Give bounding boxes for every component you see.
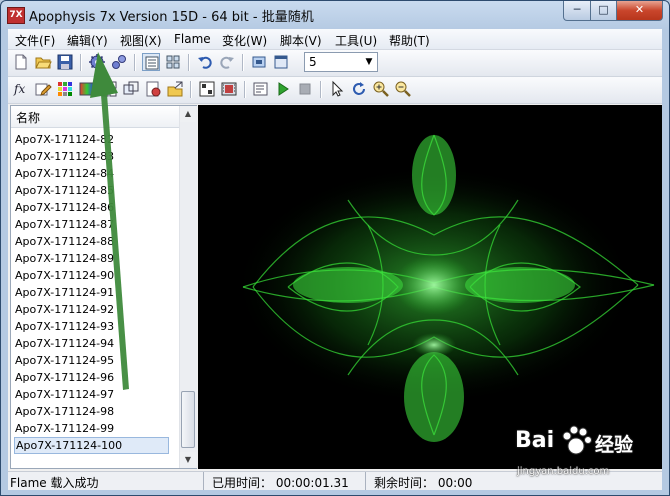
function-editor-icon[interactable]: fx xyxy=(12,80,30,98)
status-remaining-time: 剩余时间： 00:00 xyxy=(374,476,473,490)
menu-edit[interactable]: 编辑(Y) xyxy=(67,32,108,49)
render-icon[interactable] xyxy=(198,80,216,98)
list-item[interactable]: Apo7X-171124-85 xyxy=(15,182,114,199)
open-folder-icon[interactable] xyxy=(34,53,52,71)
scroll-up-arrow-icon[interactable]: ▲ xyxy=(180,106,196,122)
pointer-icon[interactable] xyxy=(328,80,346,98)
random-batch-gear-icon[interactable] xyxy=(88,53,106,71)
zoom-select[interactable]: 5 ▼ xyxy=(304,52,378,72)
flame-list: 名称 Apo7X-171124-82 Apo7X-171124-83 Apo7X-1… xyxy=(10,105,197,469)
watermark-brand-a: Bai xyxy=(515,428,555,453)
list-item[interactable]: Apo7X-171124-95 xyxy=(15,352,114,369)
random-single-icon[interactable] xyxy=(110,53,128,71)
run-script-icon[interactable] xyxy=(274,80,292,98)
list-scrollbar[interactable]: ▲ ▼ xyxy=(179,106,197,468)
list-item[interactable]: Apo7X-171124-93 xyxy=(15,318,114,335)
mutation-icon[interactable] xyxy=(100,80,118,98)
list-item[interactable]: Apo7X-171124-92 xyxy=(15,301,114,318)
preview-window-icon[interactable] xyxy=(272,53,290,71)
status-elapsed-time: 已用时间： 00:00:01.31 xyxy=(212,476,349,490)
options-icon[interactable] xyxy=(144,80,162,98)
save-icon[interactable] xyxy=(56,53,74,71)
script-editor-icon[interactable] xyxy=(252,80,270,98)
list-view-icon[interactable] xyxy=(142,53,160,71)
menu-script[interactable]: 脚本(V) xyxy=(280,32,322,49)
list-header-name[interactable]: 名称 xyxy=(11,106,179,128)
list-item-selected[interactable]: Apo7X-171124-100 xyxy=(14,437,169,454)
paw-icon xyxy=(562,425,592,455)
list-item[interactable]: Apo7X-171124-97 xyxy=(15,386,114,403)
undo-icon[interactable] xyxy=(196,53,214,71)
watermark-url: jingyan.baidu.com xyxy=(517,466,610,477)
fractal-render xyxy=(234,134,655,442)
list-item[interactable]: Apo7X-171124-82 xyxy=(15,131,114,148)
watermark-brand-b: 经验 xyxy=(595,434,634,456)
icon-view-icon[interactable] xyxy=(164,53,182,71)
window-title: Apophysis 7x Version 15D - 64 bit - 批量随机 xyxy=(29,10,314,25)
secondary-toolbar: fx xyxy=(8,77,662,104)
flame-preview[interactable] xyxy=(198,105,662,469)
scrollbar-thumb[interactable] xyxy=(181,391,195,448)
list-item[interactable]: Apo7X-171124-84 xyxy=(15,165,114,182)
gradient-icon[interactable] xyxy=(78,80,96,98)
rotate-icon[interactable] xyxy=(350,80,368,98)
main-toolbar: 5 ▼ xyxy=(8,50,662,77)
menu-file[interactable]: 文件(F) xyxy=(15,32,55,49)
chevron-down-icon[interactable]: ▼ xyxy=(361,53,377,71)
list-item[interactable]: Apo7X-171124-98 xyxy=(15,403,114,420)
export-icon[interactable] xyxy=(166,80,184,98)
status-message: Flame 载入成功 xyxy=(10,476,99,490)
transform-icon[interactable] xyxy=(122,80,140,98)
list-item[interactable]: Apo7X-171124-94 xyxy=(15,335,114,352)
list-item[interactable]: Apo7X-171124-86 xyxy=(15,199,114,216)
maximize-button[interactable]: □ xyxy=(590,1,617,21)
stop-script-icon[interactable] xyxy=(296,80,314,98)
redo-icon[interactable] xyxy=(218,53,236,71)
list-item[interactable]: Apo7X-171124-83 xyxy=(15,148,114,165)
color-palette-icon[interactable] xyxy=(56,80,74,98)
scroll-down-arrow-icon[interactable]: ▼ xyxy=(180,452,196,468)
edit-pencil-icon[interactable] xyxy=(34,80,52,98)
zoom-select-value: 5 xyxy=(309,55,317,69)
list-item[interactable]: Apo7X-171124-91 xyxy=(15,284,114,301)
list-item[interactable]: Apo7X-171124-96 xyxy=(15,369,114,386)
menu-flame[interactable]: Flame xyxy=(174,32,211,46)
zoom-in-icon[interactable] xyxy=(372,80,390,98)
menu-variation[interactable]: 变化(W) xyxy=(222,32,267,49)
menu-view[interactable]: 视图(X) xyxy=(120,32,162,49)
list-item[interactable]: Apo7X-171124-89 xyxy=(15,250,114,267)
list-item[interactable]: Apo7X-171124-88 xyxy=(15,233,114,250)
menu-tools[interactable]: 工具(U) xyxy=(335,32,377,49)
app-icon[interactable]: 7X xyxy=(7,7,25,24)
menu-help[interactable]: 帮助(T) xyxy=(389,32,430,49)
new-file-icon[interactable] xyxy=(12,53,30,71)
svg-text:fx: fx xyxy=(13,82,25,96)
fullscreen-icon[interactable] xyxy=(250,53,268,71)
minimize-button[interactable]: ─ xyxy=(563,1,591,21)
list-item[interactable]: Apo7X-171124-90 xyxy=(15,267,114,284)
baidu-jingyan-watermark: Bai 经验 jingyan.baidu.com xyxy=(513,420,663,488)
list-item[interactable]: Apo7X-171124-87 xyxy=(15,216,114,233)
menu-bar: 文件(F) 编辑(Y) 视图(X) Flame 变化(W) 脚本(V) 工具(U… xyxy=(8,29,662,50)
close-button[interactable]: ✕ xyxy=(616,1,663,21)
zoom-out-icon[interactable] xyxy=(394,80,412,98)
title-bar[interactable]: 7X Apophysis 7x Version 15D - 64 bit - 批… xyxy=(1,1,669,29)
film-strip-icon[interactable] xyxy=(220,80,238,98)
list-item[interactable]: Apo7X-171124-99 xyxy=(15,420,114,437)
list-header-label: 名称 xyxy=(16,111,41,125)
